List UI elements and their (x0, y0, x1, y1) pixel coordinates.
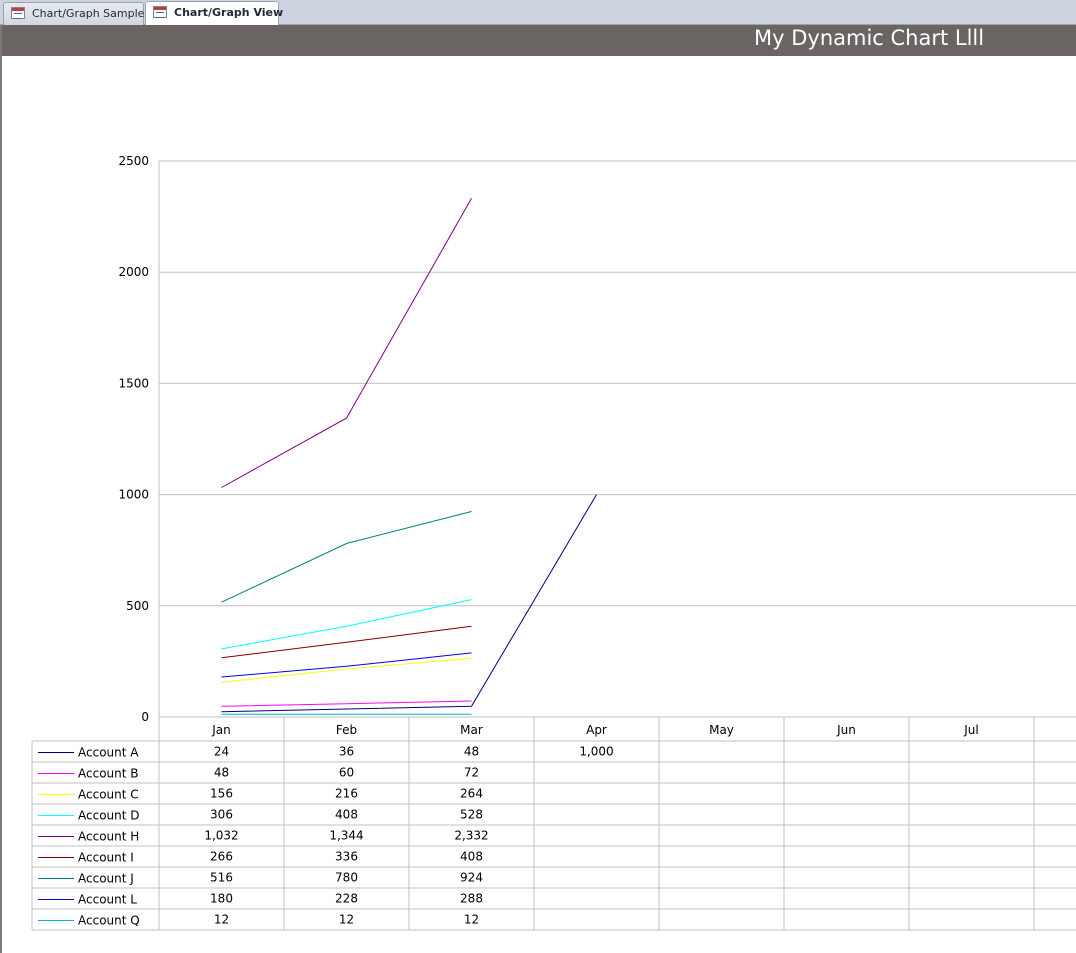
x-category-label: Jan (211, 723, 231, 737)
data-table-value: 48 (214, 766, 229, 780)
series-line (221, 657, 472, 683)
y-tick-label: 1500 (118, 376, 149, 390)
data-table-value: 408 (460, 850, 483, 864)
series-line (221, 599, 472, 650)
y-tick-label: 500 (126, 599, 149, 613)
data-table-value: 1,032 (204, 829, 238, 843)
data-table-value: 266 (210, 850, 233, 864)
x-category-label: Jun (836, 723, 856, 737)
legend-series-name: Account Q (78, 914, 140, 928)
form-icon (11, 7, 25, 19)
legend-series-name: Account D (78, 809, 140, 823)
tab-label: Chart/Graph View (174, 6, 284, 19)
data-table-value: 48 (464, 745, 479, 759)
series-line (221, 198, 472, 488)
tab-chart-graph-sample[interactable]: Chart/Graph Sample (3, 2, 144, 25)
data-table-value: 528 (460, 808, 483, 822)
data-table-value: 60 (339, 766, 354, 780)
legend-series-name: Account B (78, 767, 139, 781)
data-table-value: 288 (460, 892, 483, 906)
y-tick-label: 1000 (118, 488, 149, 502)
legend-series-name: Account J (78, 872, 134, 886)
data-table-value: 1,000 (579, 745, 613, 759)
legend-series-name: Account L (78, 893, 137, 907)
series-line (221, 652, 472, 678)
series-line (221, 511, 472, 603)
data-table-value: 306 (210, 808, 233, 822)
y-tick-label: 0 (141, 710, 149, 724)
data-table-value: 24 (214, 745, 229, 759)
x-category-label: May (709, 723, 734, 737)
data-table-value: 924 (460, 871, 483, 885)
data-table-value: 12 (214, 913, 229, 927)
data-table-value: 516 (210, 871, 233, 885)
legend-series-name: Account I (78, 851, 134, 865)
data-table-value: 336 (335, 850, 358, 864)
tab-label: Chart/Graph Sample (32, 7, 145, 20)
x-category-label: Feb (336, 723, 357, 737)
y-tick-label: 2000 (118, 265, 149, 279)
data-table-value: 264 (460, 787, 483, 801)
x-category-label: Jul (963, 723, 978, 737)
legend-series-name: Account A (78, 746, 139, 760)
data-table-value: 72 (464, 766, 479, 780)
y-tick-label: 2500 (118, 154, 149, 168)
data-table-value: 12 (464, 913, 479, 927)
data-table-value: 408 (335, 808, 358, 822)
form-view: My Dynamic Chart Llll 0 500 1000 1500 2000 25… (0, 25, 1076, 953)
x-category-label: Apr (586, 723, 607, 737)
line-chart[interactable]: 0 500 1000 1500 2000 2500 Jan Feb Mar Apr May Jun Ju… (2, 25, 1076, 953)
data-table-value: 216 (335, 787, 358, 801)
legend-series-name: Account C (78, 788, 139, 802)
data-table-value: 156 (210, 787, 233, 801)
data-table-value: 228 (335, 892, 358, 906)
form-icon (153, 6, 167, 18)
legend-series-name: Account H (78, 830, 139, 844)
data-table-value: 36 (339, 745, 354, 759)
tab-chart-graph-view[interactable]: Chart/Graph View (145, 1, 283, 26)
data-table-value: 12 (339, 913, 354, 927)
data-table-value: 180 (210, 892, 233, 906)
document-tab-strip: Chart/Graph Sample Chart/Graph View (0, 0, 1076, 26)
data-table-value: 2,332 (454, 829, 488, 843)
x-category-label: Mar (460, 723, 483, 737)
data-table-value: 1,344 (329, 829, 363, 843)
series-line (221, 700, 472, 707)
data-table-value: 780 (335, 871, 358, 885)
